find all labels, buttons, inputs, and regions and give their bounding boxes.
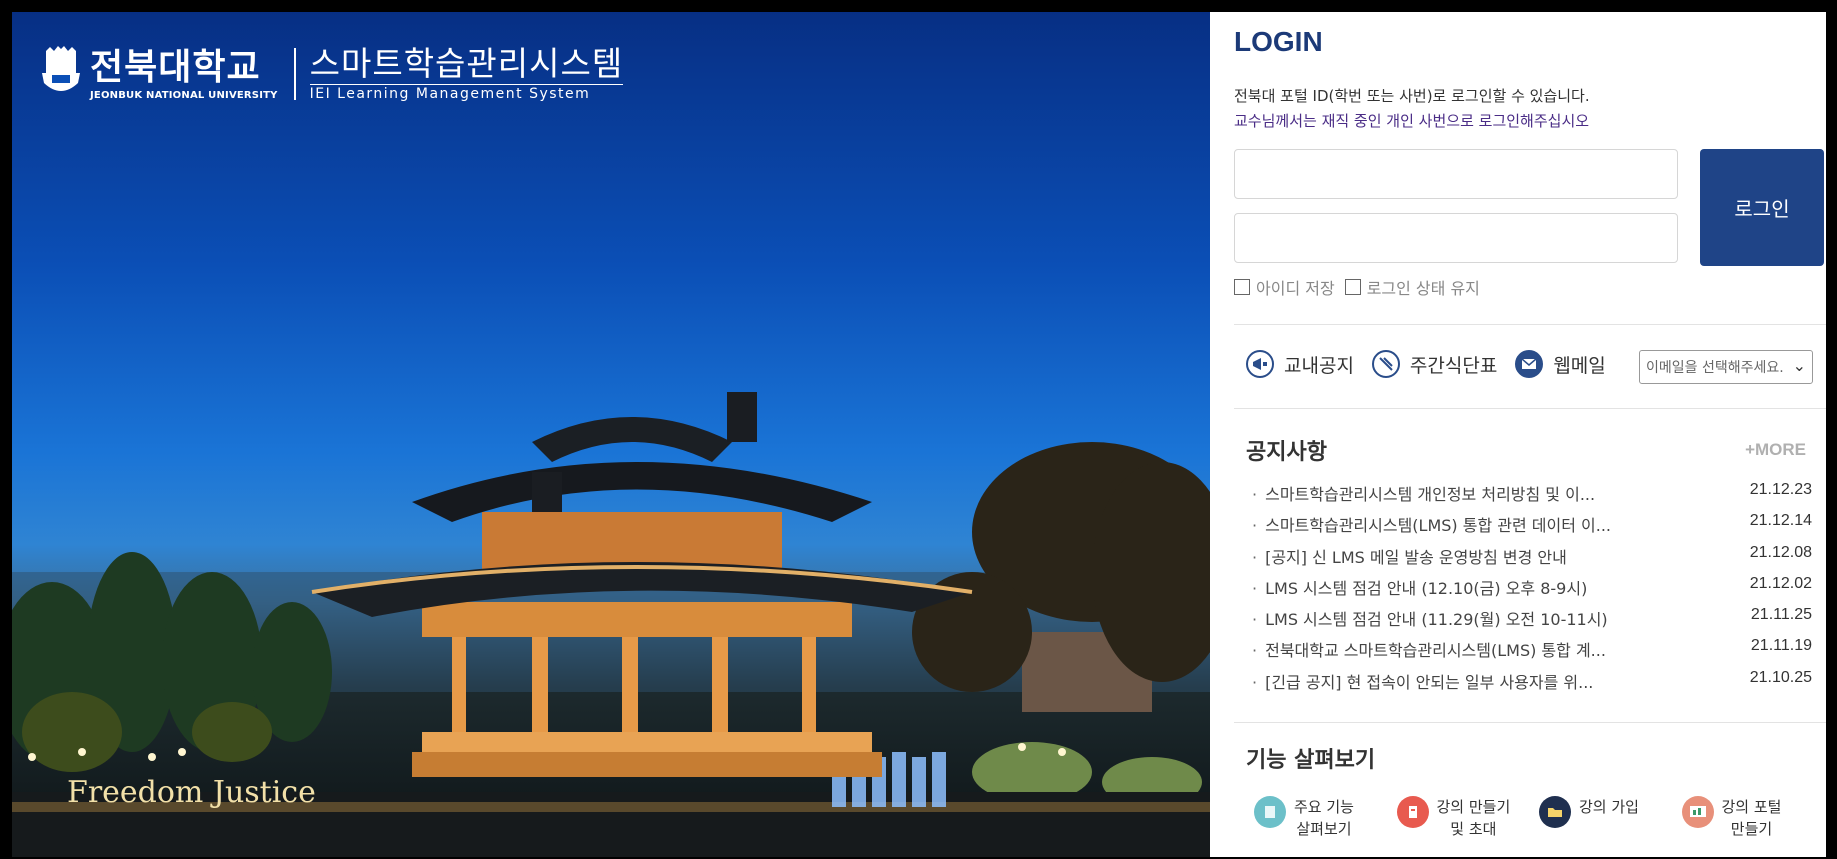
notice-date: 21.11.19 — [1750, 637, 1812, 655]
hero-image: Freedom Justice 전북대학교 JEONBUK NATIONAL U… — [12, 12, 1210, 857]
feature-label: 강의 만들기 — [1436, 798, 1511, 816]
notice-title[interactable]: 스마트학습관리시스템(LMS) 통합 관련 데이터 이... — [1252, 512, 1611, 543]
notice-date: 21.10.25 — [1749, 668, 1812, 686]
notice-date: 21.12.08 — [1749, 543, 1812, 561]
email-select-value: 이메일을 선택해주세요. — [1646, 360, 1784, 376]
quick-links: 교내공지 주간식단표 웹메일 — [1246, 350, 1624, 378]
quick-link-label: 웹메일 — [1553, 354, 1606, 377]
mail-icon — [1515, 350, 1544, 378]
pavilion-night-scene: Freedom Justice — [12, 392, 1210, 857]
notice-item[interactable]: LMS 시스템 점검 안내 (11.29(월) 오전 10-11시) 21.11.… — [1252, 606, 1812, 637]
system-name-ko: 스마트학습관리시스템 — [309, 44, 624, 83]
quick-link-label: 교내공지 — [1284, 354, 1354, 377]
quick-link-webmail[interactable]: 웹메일 — [1515, 350, 1606, 378]
feature-label: 강의 포털 — [1721, 798, 1782, 816]
notice-item[interactable]: LMS 시스템 점검 안내 (12.10(금) 오후 8-9시) 21.12.02 — [1252, 575, 1812, 606]
login-options: 아이디 저장 로그인 상태 유지 — [1234, 275, 1490, 299]
university-emblem-icon — [42, 46, 80, 91]
notice-date: 21.12.23 — [1749, 481, 1812, 498]
feature-label: 주요 기능 — [1294, 798, 1354, 816]
professor-notice: 교수님께서는 재직 중인 개인 사번으로 로그인해주십시오 — [1234, 112, 1590, 130]
features-list: 주요 기능살펴보기 강의 만들기및 초대 강의 가입 강의 포털만들기 — [1254, 796, 1824, 840]
notices-title: 공지사항 — [1246, 440, 1327, 465]
password-input[interactable] — [1234, 213, 1678, 263]
feature-label: 및 초대 — [1450, 820, 1497, 838]
notice-item[interactable]: [긴급 공지] 현 접속이 안되는 일부 사용자를 위... 21.10.25 — [1252, 669, 1812, 700]
notice-item[interactable]: 스마트학습관리시스템(LMS) 통합 관련 데이터 이... 21.12.14 — [1252, 512, 1812, 543]
login-panel: LOGIN 전북대 포털 ID(학번 또는 사번)로 로그인할 수 있습니다. … — [1210, 12, 1826, 857]
university-name-en: JEONBUK NATIONAL UNIVERSITY — [90, 89, 278, 101]
save-id-checkbox[interactable] — [1234, 279, 1250, 295]
keep-login-label[interactable]: 로그인 상태 유지 — [1367, 275, 1480, 299]
quick-link-weekly-menu[interactable]: 주간식단표 — [1371, 350, 1498, 378]
brand-logo[interactable]: 전북대학교 JEONBUK NATIONAL UNIVERSITY 스마트학습관… — [38, 34, 624, 114]
notice-title[interactable]: LMS 시스템 점검 안내 (11.29(월) 오전 10-11시) — [1252, 606, 1608, 637]
clipboard-icon — [1396, 796, 1429, 828]
notice-title[interactable]: 전북대학교 스마트학습관리시스템(LMS) 통합 계... — [1252, 637, 1606, 668]
feature-label: 만들기 — [1730, 820, 1773, 838]
university-name-ko: 전북대학교 — [90, 46, 261, 88]
id-input[interactable] — [1234, 149, 1678, 199]
system-name-en: IEI Learning Management System — [309, 84, 624, 102]
notice-item[interactable]: 전북대학교 스마트학습관리시스템(LMS) 통합 계... 21.11.19 — [1252, 637, 1812, 668]
notice-title[interactable]: [공지] 신 LMS 메일 발송 운영방침 변경 안내 — [1252, 544, 1567, 575]
megaphone-icon — [1246, 350, 1274, 378]
keep-login-checkbox[interactable] — [1344, 279, 1361, 295]
page-frame: Freedom Justice 전북대학교 JEONBUK NATIONAL U… — [12, 12, 1826, 857]
folder-icon — [1539, 796, 1571, 828]
email-select[interactable]: 이메일을 선택해주세요. ⌄ — [1639, 350, 1813, 384]
notice-date: 21.12.02 — [1749, 574, 1812, 592]
divider — [1234, 722, 1826, 723]
notice-title[interactable]: LMS 시스템 점검 안내 (12.10(금) 오후 8-9시) — [1252, 575, 1587, 606]
notice-title[interactable]: 스마트학습관리시스템 개인정보 처리방침 및 이... — [1252, 481, 1595, 512]
feature-label: 살펴보기 — [1296, 820, 1352, 838]
notice-date: 21.11.25 — [1750, 606, 1812, 624]
quick-link-campus-notice[interactable]: 교내공지 — [1246, 350, 1354, 378]
feature-overview[interactable]: 주요 기능살펴보기 — [1254, 796, 1397, 840]
feature-join-course[interactable]: 강의 가입 — [1539, 796, 1682, 840]
notices-more-link[interactable]: +MORE — [1745, 440, 1806, 460]
login-notice: 전북대 포털 ID(학번 또는 사번)로 로그인할 수 있습니다. — [1234, 87, 1590, 105]
book-icon — [1254, 796, 1286, 828]
divider — [1234, 408, 1826, 409]
notice-title[interactable]: [긴급 공지] 현 접속이 안되는 일부 사용자를 위... — [1252, 669, 1593, 700]
feature-course-portal[interactable]: 강의 포털만들기 — [1681, 796, 1825, 840]
feature-label: 강의 가입 — [1579, 798, 1639, 816]
notices-list: 스마트학습관리시스템 개인정보 처리방침 및 이... 21.12.23 스마트학… — [1252, 481, 1812, 700]
notice-item[interactable]: 스마트학습관리시스템 개인정보 처리방침 및 이... 21.12.23 — [1252, 481, 1812, 512]
freedom-justice-sign: Freedom Justice — [67, 775, 316, 810]
feature-create-course[interactable]: 강의 만들기및 초대 — [1396, 796, 1540, 840]
save-id-label[interactable]: 아이디 저장 — [1256, 275, 1335, 299]
login-button[interactable]: 로그인 — [1700, 149, 1824, 266]
notice-item[interactable]: [공지] 신 LMS 메일 발송 운영방침 변경 안내 21.12.08 — [1252, 544, 1812, 575]
divider — [1234, 324, 1826, 325]
login-title: LOGIN — [1234, 26, 1323, 57]
chevron-down-icon: ⌄ — [1792, 356, 1806, 375]
brand-separator — [293, 48, 296, 100]
board-icon — [1681, 796, 1714, 828]
features-title: 기능 살펴보기 — [1246, 748, 1376, 773]
notice-date: 21.12.14 — [1749, 512, 1812, 530]
utensils-icon — [1371, 350, 1400, 378]
quick-link-label: 주간식단표 — [1409, 354, 1498, 377]
